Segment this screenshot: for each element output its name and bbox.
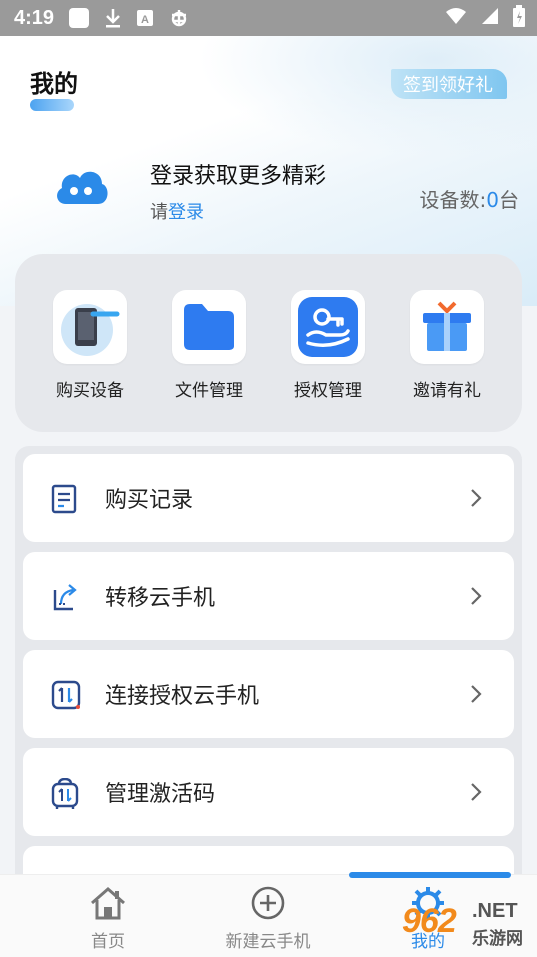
gift-icon: [410, 290, 484, 364]
menu-item-manage-activation-codes[interactable]: 管理激活码: [23, 748, 514, 836]
device-count: 设备数:0台: [420, 184, 519, 213]
device-count-label: 设备数:: [419, 188, 487, 212]
menu-item-transfer-cloud-phone[interactable]: 转移云手机: [23, 552, 514, 640]
menu-item-label: 转移云手机: [105, 586, 216, 611]
title-underline: [30, 99, 74, 111]
watermark-site: 乐游网: [472, 929, 523, 949]
quick-action-label: 授权管理: [294, 381, 362, 401]
transfer-icon: [51, 582, 79, 616]
quick-action-file-manager[interactable]: 文件管理: [169, 290, 249, 401]
quick-action-invite[interactable]: 邀请有礼: [407, 290, 487, 401]
key-hand-icon: [291, 290, 365, 364]
menu-item-purchase-records[interactable]: 购买记录: [23, 454, 514, 542]
device-count-unit: 台: [499, 188, 519, 212]
notification-square-icon: [68, 7, 90, 29]
status-bar: 4:19 A: [0, 0, 537, 36]
chevron-right-icon: [470, 782, 482, 806]
tab-label: 新建云手机: [225, 932, 311, 952]
login-prompt: 请登录: [150, 198, 204, 224]
menu-item-label: 连接授权云手机: [105, 684, 260, 709]
activation-code-icon: [51, 777, 79, 814]
menu-list: 购买记录 转移云手机 连接授权云手机 管理激活码: [15, 446, 522, 876]
active-tab-indicator: [349, 872, 511, 878]
menu-item-label: 管理激活码: [105, 782, 216, 807]
receipt-icon: [51, 484, 77, 518]
quick-action-label: 邀请有礼: [413, 381, 481, 401]
keyboard-a-icon: A: [136, 9, 154, 27]
connect-icon: [51, 680, 81, 714]
quick-actions-panel: 购买设备 文件管理 授权管理 邀请有礼: [15, 254, 522, 432]
tab-label: 首页: [91, 932, 125, 952]
home-icon: [91, 887, 125, 920]
tab-home[interactable]: 首页: [48, 885, 168, 952]
phone-device-icon: [53, 290, 127, 364]
menu-item-label: 购买记录: [105, 488, 194, 513]
menu-item-connect-authorized-phone[interactable]: 连接授权云手机: [23, 650, 514, 738]
chevron-right-icon: [470, 586, 482, 610]
page-title: 我的: [30, 70, 78, 98]
device-count-value: 0: [486, 188, 499, 212]
signin-reward-button[interactable]: 签到领好礼: [391, 69, 507, 99]
wifi-icon: [445, 7, 467, 30]
login-prefix: 请: [150, 202, 168, 223]
login-link[interactable]: 登录: [168, 202, 204, 223]
cloud-avatar-icon[interactable]: [52, 164, 112, 212]
quick-action-authorization[interactable]: 授权管理: [288, 290, 368, 401]
site-watermark-logo: 962 .NET 乐游网: [398, 880, 534, 952]
tab-new-cloud-phone[interactable]: 新建云手机: [208, 885, 328, 952]
quick-action-label: 文件管理: [175, 381, 243, 401]
quick-action-buy-device[interactable]: 购买设备: [50, 290, 130, 401]
plus-circle-icon: [251, 886, 285, 920]
battery-icon: [513, 4, 525, 32]
chevron-right-icon: [470, 488, 482, 512]
watermark-number: 962: [402, 902, 457, 940]
status-time: 4:19: [14, 6, 55, 29]
login-prompt-title: 登录获取更多精彩: [150, 164, 327, 189]
quick-action-label: 购买设备: [56, 381, 124, 401]
bug-icon: [168, 7, 190, 29]
folder-icon: [172, 290, 246, 364]
signal-icon: [481, 7, 499, 30]
svg-text:A: A: [141, 14, 149, 26]
chevron-right-icon: [470, 684, 482, 708]
watermark-net: .NET: [472, 900, 518, 922]
download-icon: [104, 7, 122, 29]
